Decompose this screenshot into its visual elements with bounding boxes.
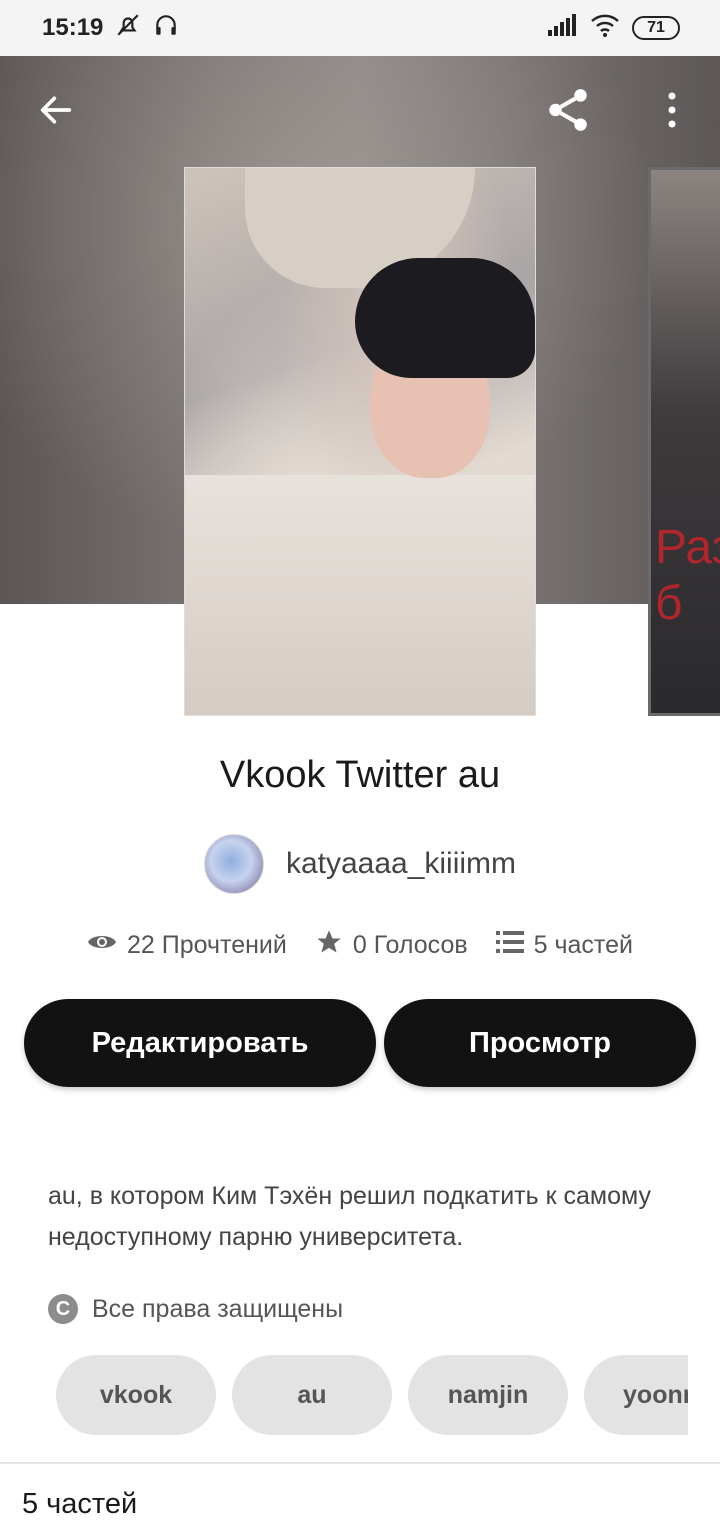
- edit-button[interactable]: Редактировать: [24, 999, 376, 1087]
- section-divider: [0, 1462, 720, 1464]
- back-button[interactable]: [26, 82, 86, 142]
- reads-stat: 22 Прочтений: [87, 931, 287, 960]
- tag-vkook[interactable]: vkook: [56, 1355, 216, 1435]
- bell-off-icon: [115, 12, 141, 45]
- votes-stat: 0 Голосов: [315, 928, 468, 963]
- story-cover-image[interactable]: [184, 167, 536, 716]
- tag-au[interactable]: au: [232, 1355, 392, 1435]
- back-arrow-icon: [36, 90, 76, 135]
- tags-list[interactable]: vkook au namjin yoonm: [56, 1355, 688, 1435]
- parts-section-heading[interactable]: 5 частей: [22, 1488, 137, 1520]
- wifi-icon: [590, 13, 620, 44]
- more-options-button[interactable]: [642, 82, 702, 142]
- eye-icon: [87, 931, 117, 960]
- headphones-icon: [153, 12, 179, 45]
- parts-count: 5 частей: [533, 931, 633, 959]
- battery-indicator: 71: [632, 16, 680, 40]
- star-icon: [315, 928, 343, 963]
- status-bar: 15:19 71: [0, 0, 720, 56]
- story-description: au, в котором Ким Тэхён решил подкатить …: [48, 1182, 651, 1251]
- story-title: Vkook Twitter au: [219, 754, 501, 796]
- more-vertical-icon: [666, 92, 678, 133]
- preview-button[interactable]: Просмотр: [384, 999, 696, 1087]
- reads-count: 22 Прочтений: [127, 931, 287, 959]
- tag-yoonmin[interactable]: yoonm: [584, 1355, 688, 1435]
- copyright-icon: C: [48, 1294, 78, 1324]
- author-row[interactable]: katyaaaa_kiiiimm: [0, 834, 720, 894]
- next-story-cover-text: Раз б: [655, 521, 720, 630]
- signal-icon: [548, 13, 578, 43]
- author-name[interactable]: katyaaaa_kiiiimm: [286, 847, 516, 881]
- parts-stat: 5 частей: [495, 930, 633, 961]
- status-time: 15:19: [42, 14, 104, 41]
- copyright-row: C Все права защищены: [48, 1294, 343, 1324]
- copyright-text: Все права защищены: [92, 1294, 344, 1323]
- story-stats: 22 Прочтений 0 Голосов 5 частей: [0, 928, 720, 963]
- votes-count: 0 Голосов: [352, 931, 468, 959]
- share-icon: [543, 85, 593, 140]
- next-story-cover-image[interactable]: Раз б: [648, 167, 720, 716]
- list-icon: [495, 930, 524, 961]
- share-button[interactable]: [538, 82, 598, 142]
- avatar[interactable]: [203, 834, 264, 894]
- tag-namjin[interactable]: namjin: [408, 1355, 568, 1435]
